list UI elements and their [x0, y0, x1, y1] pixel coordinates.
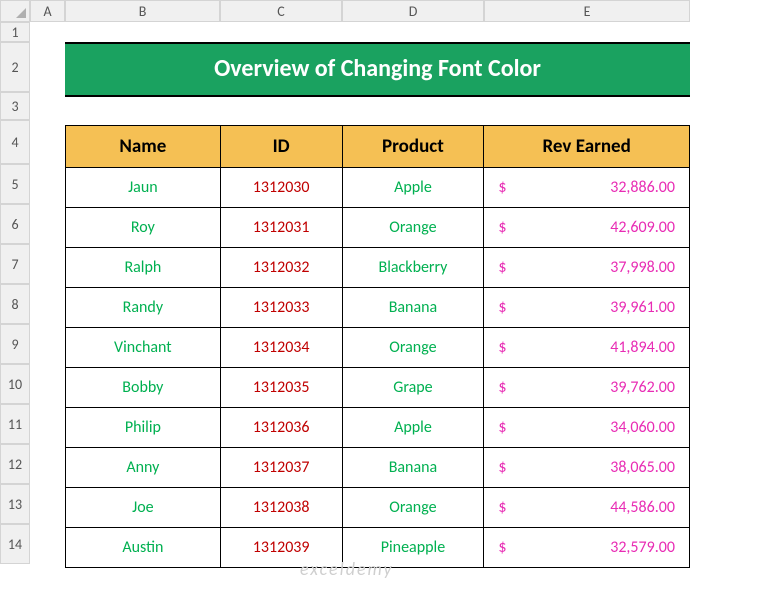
table-row: Roy1312031Orange$42,609.00 — [66, 208, 690, 248]
col-header-C[interactable]: C — [220, 0, 342, 22]
cell-id[interactable]: 1312039 — [220, 528, 342, 568]
cell-rev[interactable]: $39,961.00 — [484, 288, 690, 328]
cell-id[interactable]: 1312030 — [220, 168, 342, 208]
cell-rev[interactable]: $41,894.00 — [484, 328, 690, 368]
cell-product[interactable]: Banana — [342, 288, 484, 328]
cell-id[interactable]: 1312037 — [220, 448, 342, 488]
sheet-content: Overview of Changing Font Color Name ID … — [65, 22, 690, 568]
th-id[interactable]: ID — [220, 126, 342, 168]
cell-product[interactable]: Banana — [342, 448, 484, 488]
column-headers: A B C D E — [0, 0, 690, 22]
col-header-A[interactable]: A — [30, 0, 65, 22]
table-row: Vinchant1312034Orange$41,894.00 — [66, 328, 690, 368]
cell-rev[interactable]: $37,998.00 — [484, 248, 690, 288]
cell-rev[interactable]: $34,060.00 — [484, 408, 690, 448]
table-row: Bobby1312035Grape$39,762.00 — [66, 368, 690, 408]
table-header-row: Name ID Product Rev Earned — [66, 126, 690, 168]
cell-product[interactable]: Apple — [342, 168, 484, 208]
cell-id[interactable]: 1312031 — [220, 208, 342, 248]
row-header-13[interactable]: 13 — [0, 484, 30, 524]
cell-rev[interactable]: $39,762.00 — [484, 368, 690, 408]
row-header-12[interactable]: 12 — [0, 444, 30, 484]
row-header-11[interactable]: 11 — [0, 404, 30, 444]
table-row: Austin1312039Pineapple$32,579.00 — [66, 528, 690, 568]
cell-name[interactable]: Jaun — [66, 168, 221, 208]
row-header-4[interactable]: 4 — [0, 120, 30, 164]
cell-name[interactable]: Bobby — [66, 368, 221, 408]
cell-product[interactable]: Grape — [342, 368, 484, 408]
cell-id[interactable]: 1312035 — [220, 368, 342, 408]
col-header-E[interactable]: E — [484, 0, 690, 22]
cell-product[interactable]: Pineapple — [342, 528, 484, 568]
cell-name[interactable]: Vinchant — [66, 328, 221, 368]
cell-product[interactable]: Orange — [342, 488, 484, 528]
cell-name[interactable]: Austin — [66, 528, 221, 568]
cell-id[interactable]: 1312033 — [220, 288, 342, 328]
row-header-6[interactable]: 6 — [0, 204, 30, 244]
cell-product[interactable]: Orange — [342, 328, 484, 368]
page-title: Overview of Changing Font Color — [65, 42, 690, 97]
row-header-8[interactable]: 8 — [0, 284, 30, 324]
cell-name[interactable]: Anny — [66, 448, 221, 488]
table-row: Joe1312038Orange$44,586.00 — [66, 488, 690, 528]
cell-name[interactable]: Ralph — [66, 248, 221, 288]
select-all-corner[interactable] — [0, 0, 30, 22]
row-header-5[interactable]: 5 — [0, 164, 30, 204]
row-header-10[interactable]: 10 — [0, 364, 30, 404]
table-row: Ralph1312032Blackberry$37,998.00 — [66, 248, 690, 288]
table-row: Randy1312033Banana$39,961.00 — [66, 288, 690, 328]
cell-product[interactable]: Orange — [342, 208, 484, 248]
row-headers: 1 2 3 4 5 6 7 8 9 10 11 12 13 14 — [0, 22, 30, 564]
table-row: Philip1312036Apple$34,060.00 — [66, 408, 690, 448]
cell-id[interactable]: 1312034 — [220, 328, 342, 368]
cell-id[interactable]: 1312032 — [220, 248, 342, 288]
cell-rev[interactable]: $38,065.00 — [484, 448, 690, 488]
cell-name[interactable]: Joe — [66, 488, 221, 528]
data-table: Name ID Product Rev Earned Jaun1312030Ap… — [65, 125, 690, 568]
th-product[interactable]: Product — [342, 126, 484, 168]
cell-product[interactable]: Blackberry — [342, 248, 484, 288]
table-row: Jaun1312030Apple$32,886.00 — [66, 168, 690, 208]
cell-name[interactable]: Randy — [66, 288, 221, 328]
row-header-7[interactable]: 7 — [0, 244, 30, 284]
col-header-D[interactable]: D — [342, 0, 484, 22]
cell-name[interactable]: Philip — [66, 408, 221, 448]
cell-product[interactable]: Apple — [342, 408, 484, 448]
col-header-B[interactable]: B — [65, 0, 220, 22]
row-header-9[interactable]: 9 — [0, 324, 30, 364]
cell-name[interactable]: Roy — [66, 208, 221, 248]
row-header-1[interactable]: 1 — [0, 22, 30, 42]
cell-rev[interactable]: $32,886.00 — [484, 168, 690, 208]
cell-id[interactable]: 1312036 — [220, 408, 342, 448]
cell-rev[interactable]: $44,586.00 — [484, 488, 690, 528]
row-header-2[interactable]: 2 — [0, 42, 30, 92]
th-rev[interactable]: Rev Earned — [484, 126, 690, 168]
th-name[interactable]: Name — [66, 126, 221, 168]
cell-rev[interactable]: $32,579.00 — [484, 528, 690, 568]
cell-id[interactable]: 1312038 — [220, 488, 342, 528]
table-row: Anny1312037Banana$38,065.00 — [66, 448, 690, 488]
row-header-3[interactable]: 3 — [0, 92, 30, 120]
row-header-14[interactable]: 14 — [0, 524, 30, 564]
cell-rev[interactable]: $42,609.00 — [484, 208, 690, 248]
